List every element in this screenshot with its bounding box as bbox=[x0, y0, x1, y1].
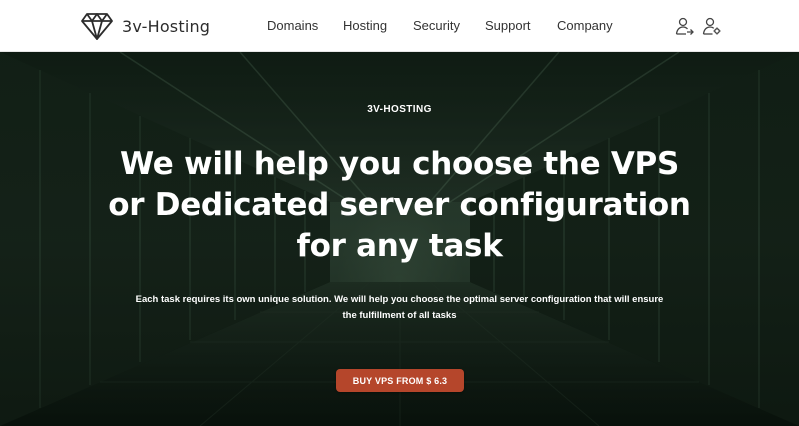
hero-headline: We will help you choose the VPS or Dedic… bbox=[108, 146, 691, 264]
nav-item-hosting[interactable]: Hosting bbox=[343, 18, 387, 33]
nav-item-security[interactable]: Security bbox=[413, 18, 460, 33]
nav-item-support[interactable]: Support bbox=[485, 18, 531, 33]
nav-item-company[interactable]: Company bbox=[557, 18, 613, 33]
buy-vps-button[interactable]: BUY VPS FROM $ 6.3 bbox=[336, 369, 464, 392]
user-settings-icon[interactable] bbox=[702, 16, 722, 36]
hero-eyebrow: 3V-HOSTING bbox=[367, 104, 432, 115]
site-header: 3v-Hosting Domains Hosting Security Supp… bbox=[0, 0, 799, 52]
nav-item-domains[interactable]: Domains bbox=[267, 18, 318, 33]
hero-subtext: Each task requires its own unique soluti… bbox=[135, 294, 664, 321]
user-login-icon[interactable] bbox=[675, 16, 695, 36]
hero-section: 3V-HOSTING We will help you choose the V… bbox=[0, 52, 799, 426]
